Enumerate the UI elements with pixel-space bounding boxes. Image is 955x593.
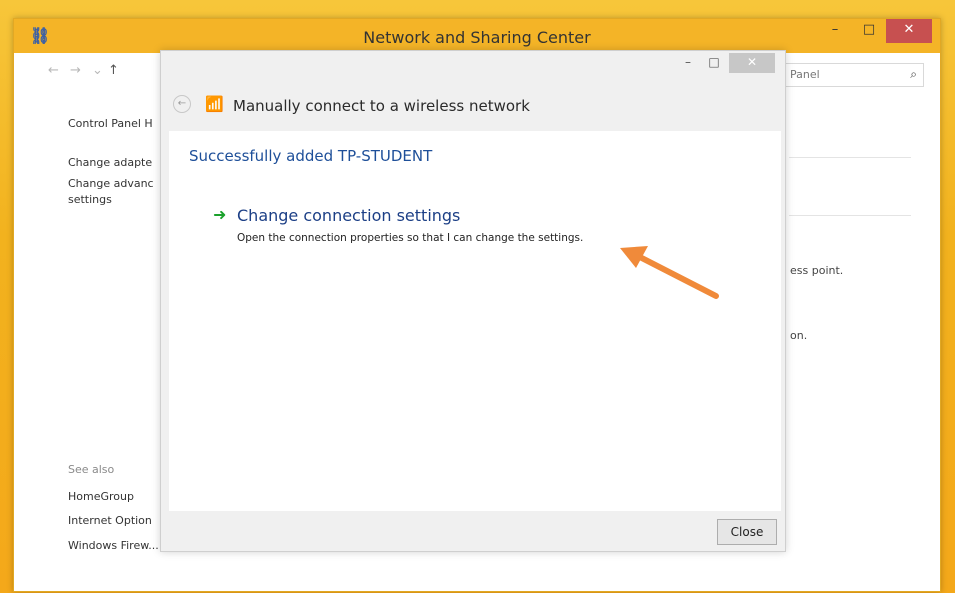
search-placeholder: Panel: [790, 68, 820, 81]
search-input[interactable]: Panel ⌕: [784, 63, 924, 87]
dialog-maximize-button[interactable]: □: [701, 53, 727, 73]
window-title: Network and Sharing Center: [363, 28, 591, 47]
left-pane: Control Panel H Change adapte Change adv…: [14, 89, 164, 589]
dialog-title: Manually connect to a wireless network: [233, 97, 530, 115]
change-connection-settings-link[interactable]: Change connection settings: [237, 206, 460, 225]
wireless-connect-dialog: – □ ✕ ← 📶 Manually connect to a wireless…: [160, 50, 786, 552]
forward-arrow-icon[interactable]: →: [70, 63, 81, 78]
background-text: ess point.: [790, 264, 844, 277]
change-connection-settings-description[interactable]: Open the connection properties so that I…: [237, 232, 583, 244]
change-advanced-link[interactable]: Change advanc: [68, 177, 154, 190]
homegroup-link[interactable]: HomeGroup: [68, 490, 134, 503]
see-also-heading: See also: [68, 463, 115, 476]
main-titlebar: ⛓ Network and Sharing Center – □ ✕: [14, 19, 940, 53]
dialog-content: Successfully added TP-STUDENT ➜ Change c…: [169, 131, 781, 511]
change-adapter-link[interactable]: Change adapte: [68, 156, 152, 169]
success-message: Successfully added TP-STUDENT: [189, 147, 433, 165]
dialog-titlebar: – □ ✕: [161, 51, 785, 79]
dialog-close-x-button[interactable]: ✕: [729, 53, 775, 73]
maximize-button[interactable]: □: [852, 19, 886, 43]
minimize-button[interactable]: –: [818, 19, 852, 43]
background-text: on.: [790, 329, 808, 342]
internet-options-link[interactable]: Internet Option: [68, 514, 152, 527]
dialog-header: ← 📶 Manually connect to a wireless netwo…: [161, 79, 785, 131]
up-arrow-icon[interactable]: ↑: [108, 63, 119, 78]
control-panel-home-link[interactable]: Control Panel H: [68, 117, 153, 130]
back-arrow-icon[interactable]: ←: [48, 63, 59, 78]
chevron-down-icon[interactable]: ⌄: [92, 63, 103, 78]
section-divider: [789, 157, 911, 158]
close-button[interactable]: Close: [717, 519, 777, 545]
dialog-footer: Close: [161, 511, 785, 551]
back-button[interactable]: ←: [173, 95, 191, 113]
dialog-minimize-button[interactable]: –: [675, 53, 701, 73]
section-divider: [789, 215, 911, 216]
wifi-icon: 📶: [205, 95, 224, 113]
search-icon[interactable]: ⌕: [910, 67, 917, 82]
green-arrow-icon[interactable]: ➜: [213, 205, 226, 224]
change-advanced-link-cont[interactable]: settings: [68, 193, 112, 206]
windows-firewall-link[interactable]: Windows Firew...: [68, 539, 159, 552]
close-window-button[interactable]: ✕: [886, 19, 932, 43]
